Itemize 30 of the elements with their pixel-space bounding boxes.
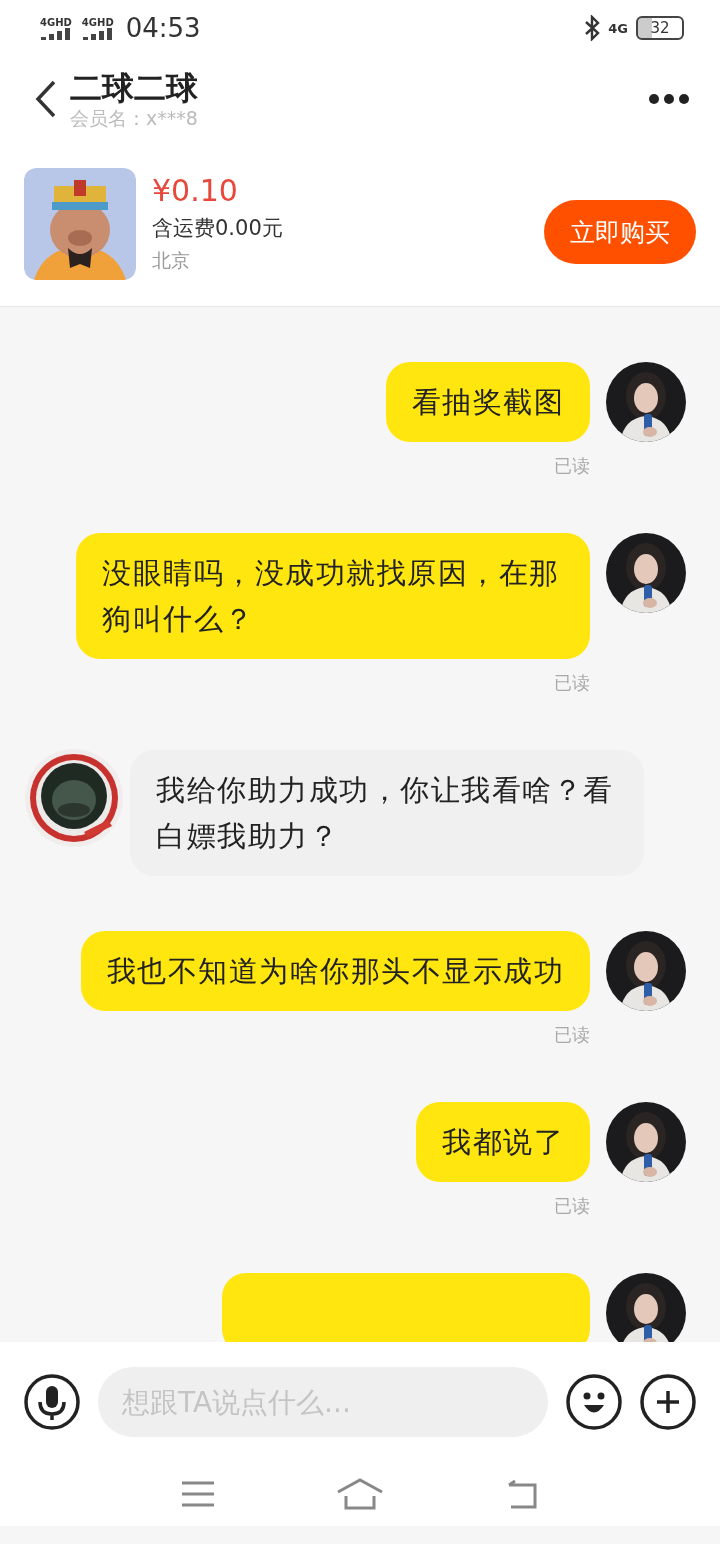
- message-bubble: 看抽奖截图: [385, 362, 590, 442]
- read-status: 已读: [553, 671, 590, 695]
- plus-icon[interactable]: [640, 1374, 696, 1430]
- shipping-fee: 含运费0.00元: [152, 215, 284, 242]
- chat-title: 二球二球: [70, 69, 198, 107]
- message-bubble: 我给你助力成功，你让我看啥？看白嫖我助力？: [130, 750, 644, 876]
- more-icon[interactable]: [648, 93, 690, 105]
- message-bubble: 我都说了: [416, 1102, 590, 1182]
- network-label: 4GHD: [40, 16, 72, 28]
- member-name: 会员名：x***8: [70, 107, 198, 129]
- menu-icon[interactable]: [180, 1480, 215, 1508]
- signal-icon: [40, 27, 71, 40]
- read-status: 已读: [553, 454, 590, 478]
- read-status: 已读: [553, 1194, 590, 1218]
- microphone-icon[interactable]: [24, 1374, 80, 1430]
- price: ¥0.10: [152, 174, 239, 208]
- read-status: 已读: [553, 1023, 590, 1047]
- clock: 04:53: [125, 13, 201, 43]
- network-label: 4G: [608, 20, 628, 36]
- emoji-icon[interactable]: [566, 1374, 622, 1430]
- message-bubble: 我也不知道为啥你那头不显示成功: [80, 931, 590, 1011]
- buy-now-button[interactable]: 立即购买: [544, 200, 696, 264]
- network-label: 4GHD: [81, 16, 114, 28]
- signal-icon: [82, 27, 113, 40]
- back-icon[interactable]: [34, 79, 58, 119]
- battery-icon: 32: [636, 16, 684, 40]
- message-bubble: 没眼睛吗，没成功就找原因，在那狗叫什么？: [76, 533, 590, 659]
- home-icon[interactable]: [336, 1478, 384, 1510]
- location: 北京: [152, 248, 191, 273]
- bluetooth-icon: [584, 15, 601, 41]
